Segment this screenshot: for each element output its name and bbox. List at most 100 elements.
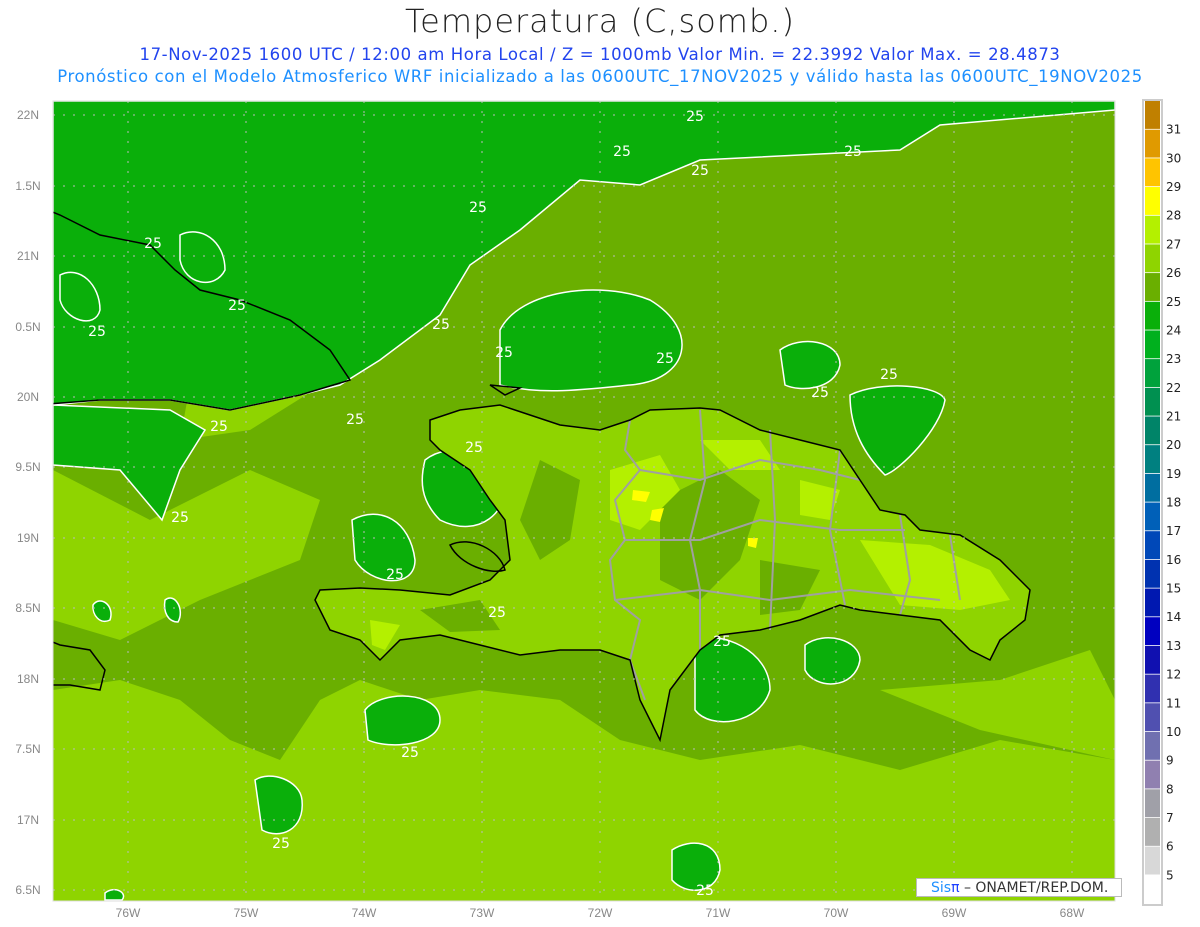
lon-label: 71W — [706, 906, 731, 920]
colorbar-swatch — [1145, 846, 1160, 875]
colorbar-swatch — [1145, 760, 1160, 789]
credit-box: Sisπ – ONAMET/REP.DOM. — [916, 878, 1122, 897]
colorbar-label: 13 — [1166, 639, 1181, 653]
lon-label: 74W — [352, 906, 377, 920]
colorbar-label: 21 — [1166, 409, 1181, 423]
contour-label-25: 25 — [844, 144, 862, 160]
colorbar-label: 12 — [1166, 668, 1181, 682]
lat-label: 8.5N — [15, 601, 40, 615]
colorbar: 31 30 29 28 27 26 25 24 23 22 21 20 19 18 17 16 15 14 13 12… — [1142, 99, 1181, 906]
colorbar-swatch — [1145, 789, 1160, 818]
contour-label-25: 25 — [488, 605, 506, 621]
colorbar-label: 16 — [1166, 553, 1181, 567]
lon-label: 72W — [588, 906, 613, 920]
colorbar-swatch — [1145, 731, 1160, 760]
contour-label-25: 25 — [713, 634, 731, 650]
colorbar-swatch — [1145, 875, 1160, 904]
colorbar-label: 26 — [1166, 266, 1181, 280]
colorbar-swatch — [1145, 445, 1160, 474]
contour-label-25: 25 — [495, 345, 513, 361]
lat-label: 7.5N — [15, 742, 40, 756]
credit-pi: π — [951, 880, 960, 896]
colorbar-swatch — [1145, 129, 1160, 158]
colorbar-swatch — [1145, 187, 1160, 215]
contour-label-25: 25 — [686, 109, 704, 125]
contour-label-25: 25 — [401, 745, 419, 761]
colorbar-label: 27 — [1166, 237, 1181, 251]
colorbar-swatch — [1145, 158, 1160, 187]
colorbar-label: 11 — [1166, 696, 1181, 710]
lat-label: 19N — [17, 531, 39, 545]
contour-label-25: 25 — [88, 324, 106, 340]
colorbar-label: 6 — [1166, 840, 1174, 854]
colorbar-swatch — [1145, 215, 1160, 244]
colorbar-label: 30 — [1166, 151, 1181, 165]
colorbar-label: 7 — [1166, 811, 1174, 825]
contour-label-25: 25 — [228, 298, 246, 314]
colorbar-swatch — [1145, 473, 1160, 502]
colorbar-swatch — [1145, 703, 1160, 732]
lon-label: 76W — [116, 906, 141, 920]
colorbar-label: 20 — [1166, 438, 1181, 452]
lat-label: 9.5N — [15, 460, 40, 474]
colorbar-swatch — [1145, 273, 1160, 301]
lon-label: 69W — [942, 906, 967, 920]
map-title: Temperatura (C,somb.) — [405, 2, 795, 40]
contour-label-25: 25 — [880, 367, 898, 383]
colorbar-swatch — [1145, 101, 1160, 129]
credit-sis: Sis — [931, 880, 952, 896]
contour-label-25: 25 — [465, 440, 483, 456]
colorbar-swatch — [1145, 817, 1160, 846]
lon-label: 68W — [1060, 906, 1085, 920]
lon-label: 75W — [234, 906, 259, 920]
colorbar-swatch — [1145, 588, 1160, 617]
colorbar-label: 14 — [1166, 610, 1181, 624]
colorbar-swatch — [1145, 531, 1160, 560]
colorbar-swatch — [1145, 244, 1160, 273]
colorbar-label: 15 — [1166, 582, 1181, 596]
colorbar-label: 29 — [1166, 180, 1181, 194]
lat-label: 22N — [17, 108, 39, 122]
map-fill — [53, 101, 1115, 901]
colorbar-swatch — [1145, 559, 1160, 588]
credit-org: – ONAMET/REP.DOM. — [959, 880, 1109, 896]
contour-label-25: 25 — [811, 385, 829, 401]
colorbar-label: 19 — [1166, 467, 1181, 481]
colorbar-label: 24 — [1166, 323, 1181, 337]
lat-label: 21N — [17, 249, 39, 263]
contour-label-25: 25 — [656, 351, 674, 367]
subtitle-model-info: Pronóstico con el Modelo Atmosferico WRF… — [57, 67, 1143, 86]
lat-label: 20N — [17, 390, 39, 404]
colorbar-swatch — [1145, 645, 1160, 674]
colorbar-swatch — [1145, 359, 1160, 387]
colorbar-swatch — [1145, 301, 1160, 330]
colorbar-swatch — [1145, 330, 1160, 359]
colorbar-label: 18 — [1166, 496, 1181, 510]
colorbar-label: 8 — [1166, 782, 1174, 796]
contour-label-25: 25 — [272, 836, 290, 852]
colorbar-label: 28 — [1166, 209, 1181, 223]
colorbar-label: 17 — [1166, 524, 1181, 538]
colorbar-label: 10 — [1166, 725, 1181, 739]
contour-label-25: 25 — [210, 419, 228, 435]
subtitle-valid-time: 17-Nov-2025 1600 UTC / 12:00 am Hora Loc… — [139, 45, 1061, 64]
lon-label: 70W — [824, 906, 849, 920]
colorbar-label: 31 — [1166, 123, 1181, 137]
contour-label-25: 25 — [613, 144, 631, 160]
lon-label: 73W — [470, 906, 495, 920]
colorbar-label: 22 — [1166, 381, 1181, 395]
contour-label-25: 25 — [144, 236, 162, 252]
contour-label-25: 25 — [691, 163, 709, 179]
contour-label-25: 25 — [696, 883, 714, 899]
colorbar-swatch — [1145, 387, 1160, 416]
colorbar-label: 9 — [1166, 754, 1174, 768]
colorbar-swatch — [1145, 617, 1160, 646]
contour-label-25: 25 — [469, 200, 487, 216]
colorbar-label: 5 — [1166, 868, 1174, 882]
colorbar-swatch — [1145, 416, 1160, 445]
contour-label-25: 25 — [346, 412, 364, 428]
colorbar-label: 23 — [1166, 352, 1181, 366]
colorbar-swatch — [1145, 674, 1160, 703]
lat-label: 17N — [17, 813, 39, 827]
contour-label-25: 25 — [171, 510, 189, 526]
